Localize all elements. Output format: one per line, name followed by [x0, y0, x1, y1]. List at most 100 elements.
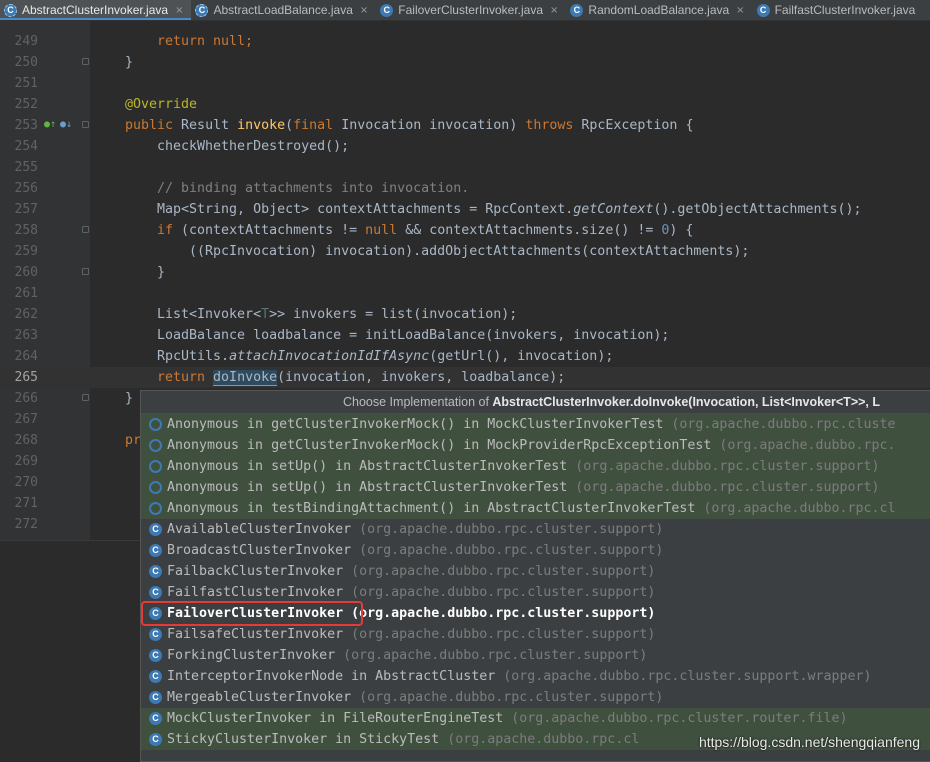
class-icon: C — [149, 733, 162, 746]
implementation-item[interactable]: C MergeableClusterInvoker (org.apache.dub… — [141, 687, 930, 708]
fold-marker-icon[interactable] — [82, 58, 89, 65]
code-text: return null; — [157, 31, 253, 52]
implementation-item[interactable]: Anonymous in getClusterInvokerMock() in … — [141, 414, 930, 435]
line-number: 263 — [14, 328, 38, 343]
code-line-253: 253 ●↑ ●↓ public Result invoke(final Inv… — [0, 115, 930, 136]
tab-failoverclusterinvoker[interactable]: C FailoverClusterInvoker.java × — [376, 0, 566, 20]
implementation-name: MergeableClusterInvoker — [167, 690, 352, 705]
override-marker-icon[interactable]: ●↑ — [44, 119, 56, 131]
implementation-item[interactable]: C ForkingClusterInvoker (org.apache.dubbo… — [141, 645, 930, 666]
doinvoke-call[interactable]: doInvoke — [213, 370, 278, 386]
line-number: 265 — [14, 370, 38, 385]
implementation-item[interactable]: C InterceptorInvokerNode in AbstractClust… — [141, 666, 930, 687]
tab-failfastclusterinvoker[interactable]: C FailfastClusterInvoker.java — [753, 0, 924, 20]
implementation-item[interactable]: C MockClusterInvoker in FileRouterEngineT… — [141, 708, 930, 729]
code-text: ((RpcInvocation) invocation).addObjectAt… — [189, 244, 750, 259]
line-number: 259 — [14, 244, 38, 259]
implementation-label: Anonymous in setUp() in AbstractClusterI… — [167, 477, 880, 498]
code-text: @Override — [125, 97, 198, 112]
close-icon[interactable]: × — [360, 5, 368, 16]
anonymous-class-icon — [149, 439, 162, 452]
abstract-class-icon: C — [4, 3, 17, 17]
line-number: 267 — [14, 412, 38, 427]
code-text: List<Invoker<T>> invokers = list(invocat… — [157, 307, 518, 322]
implementation-name: Anonymous in setUp() in AbstractClusterI… — [167, 480, 568, 495]
close-icon[interactable]: × — [736, 5, 744, 16]
implementation-package: (org.apache.dubbo.rpc.cluster.support) — [359, 690, 664, 705]
implementation-item[interactable]: Anonymous in getClusterInvokerMock() in … — [141, 435, 930, 456]
fold-marker-icon[interactable] — [82, 121, 89, 128]
code-text: public Result invoke(final Invocation in… — [125, 118, 694, 133]
implementation-list: Anonymous in getClusterInvokerMock() in … — [141, 414, 930, 750]
implemented-marker-icon[interactable]: ●↓ — [60, 119, 72, 131]
implementation-name: FailfastClusterInvoker — [167, 585, 344, 600]
class-icon: C — [380, 3, 394, 17]
code-text: return null; — [157, 34, 254, 49]
tab-abstractloadbalance[interactable]: C AbstractLoadBalance.java × — [191, 0, 376, 20]
line-number: 251 — [14, 76, 38, 91]
class-icon: C — [149, 523, 162, 536]
close-icon[interactable]: × — [175, 5, 183, 16]
line-number: 266 — [14, 391, 38, 406]
abstract-class-icon: C — [195, 3, 209, 17]
line-number: 269 — [14, 454, 38, 469]
implementation-item[interactable]: C BroadcastClusterInvoker (org.apache.dub… — [141, 540, 930, 561]
implementation-label: ForkingClusterInvoker (org.apache.dubbo.… — [167, 645, 647, 666]
implementation-name: Anonymous in setUp() in AbstractClusterI… — [167, 459, 568, 474]
line-number: 268 — [14, 433, 38, 448]
tab-abstractclusterinvoker[interactable]: C AbstractClusterInvoker.java × — [0, 0, 192, 20]
implementation-package: (org.apache.dubbo.rpc.cluster.router.fil… — [511, 711, 848, 726]
code-line-255: 255 — [0, 157, 930, 178]
anonymous-class-icon — [149, 418, 162, 431]
class-icon: C — [149, 607, 162, 620]
implementation-item[interactable]: Anonymous in testBindingAttachment() in … — [141, 498, 930, 519]
implementation-name: FailbackClusterInvoker — [167, 564, 344, 579]
line-number: 270 — [14, 475, 38, 490]
implementation-label: Anonymous in getClusterInvokerMock() in … — [167, 435, 896, 456]
implementation-package: (org.apache.dubbo.rpc. — [719, 438, 896, 453]
tab-label: FailoverClusterInvoker.java — [398, 3, 544, 17]
code-line-249: 249 return null; — [0, 31, 930, 52]
implementation-item[interactable]: C FailsafeClusterInvoker (org.apache.dubb… — [141, 624, 930, 645]
implementation-label: BroadcastClusterInvoker (org.apache.dubb… — [167, 540, 663, 561]
code-text: RpcUtils.attachInvocationIdIfAsync(getUr… — [157, 349, 614, 364]
implementation-label: FailsafeClusterInvoker (org.apache.dubbo… — [167, 624, 655, 645]
code-line-254: 254 checkWhetherDestroyed(); — [0, 136, 930, 157]
fold-marker-icon[interactable] — [82, 226, 89, 233]
implementation-name: Anonymous in getClusterInvokerMock() in … — [167, 438, 712, 453]
implementation-package: (org.apache.dubbo.rpc.cluster.support) — [351, 585, 656, 600]
implementation-name: MockClusterInvoker in FileRouterEngineTe… — [167, 711, 504, 726]
line-number: 257 — [14, 202, 38, 217]
code-line-256: 256 // binding attachments into invocati… — [0, 178, 930, 199]
line-number: 249 — [14, 34, 38, 49]
implementation-item[interactable]: C FailoverClusterInvoker (org.apache.dubb… — [141, 603, 930, 624]
implementation-item[interactable]: C AvailableClusterInvoker (org.apache.dub… — [141, 519, 930, 540]
fold-marker-icon[interactable] — [82, 394, 89, 401]
implementation-label: Anonymous in getClusterInvokerMock() in … — [167, 414, 896, 435]
implementation-item[interactable]: C FailbackClusterInvoker (org.apache.dubb… — [141, 561, 930, 582]
line-number: 255 — [14, 160, 38, 175]
implementation-package: (org.apache.dubbo.rpc.cluste — [671, 417, 896, 432]
choose-implementation-popup[interactable]: Choose Implementation of AbstractCluster… — [140, 390, 930, 762]
implementation-name: FailsafeClusterInvoker — [167, 627, 344, 642]
line-number: 256 — [14, 181, 38, 196]
editor-tab-bar: C AbstractClusterInvoker.java × C Abstra… — [0, 0, 930, 21]
fold-marker-icon[interactable] — [82, 268, 89, 275]
line-number: 252 — [14, 97, 38, 112]
code-line-257: 257 Map<String, Object> contextAttachmen… — [0, 199, 930, 220]
implementation-item[interactable]: Anonymous in setUp() in AbstractClusterI… — [141, 477, 930, 498]
implementation-package: (org.apache.dubbo.rpc.cluster.support) — [359, 522, 664, 537]
implementation-name: Anonymous in getClusterInvokerMock() in … — [167, 417, 664, 432]
implementation-item[interactable]: C FailfastClusterInvoker (org.apache.dubb… — [141, 582, 930, 603]
implementation-label: FailbackClusterInvoker (org.apache.dubbo… — [167, 561, 655, 582]
implementation-package: (org.apache.dubbo.rpc.cluster.support) — [351, 564, 656, 579]
code-text: } — [125, 391, 134, 406]
implementation-package: (org.apache.dubbo.rpc.cluster.support) — [351, 627, 656, 642]
close-icon[interactable]: × — [550, 5, 558, 16]
line-number: 264 — [14, 349, 38, 364]
implementation-label: FailfastClusterInvoker (org.apache.dubbo… — [167, 582, 655, 603]
code-comment: // binding attachments into invocation. — [157, 181, 470, 196]
implementation-item[interactable]: Anonymous in setUp() in AbstractClusterI… — [141, 456, 930, 477]
class-icon: C — [149, 628, 162, 641]
tab-randomloadbalance[interactable]: C RandomLoadBalance.java × — [566, 0, 752, 20]
